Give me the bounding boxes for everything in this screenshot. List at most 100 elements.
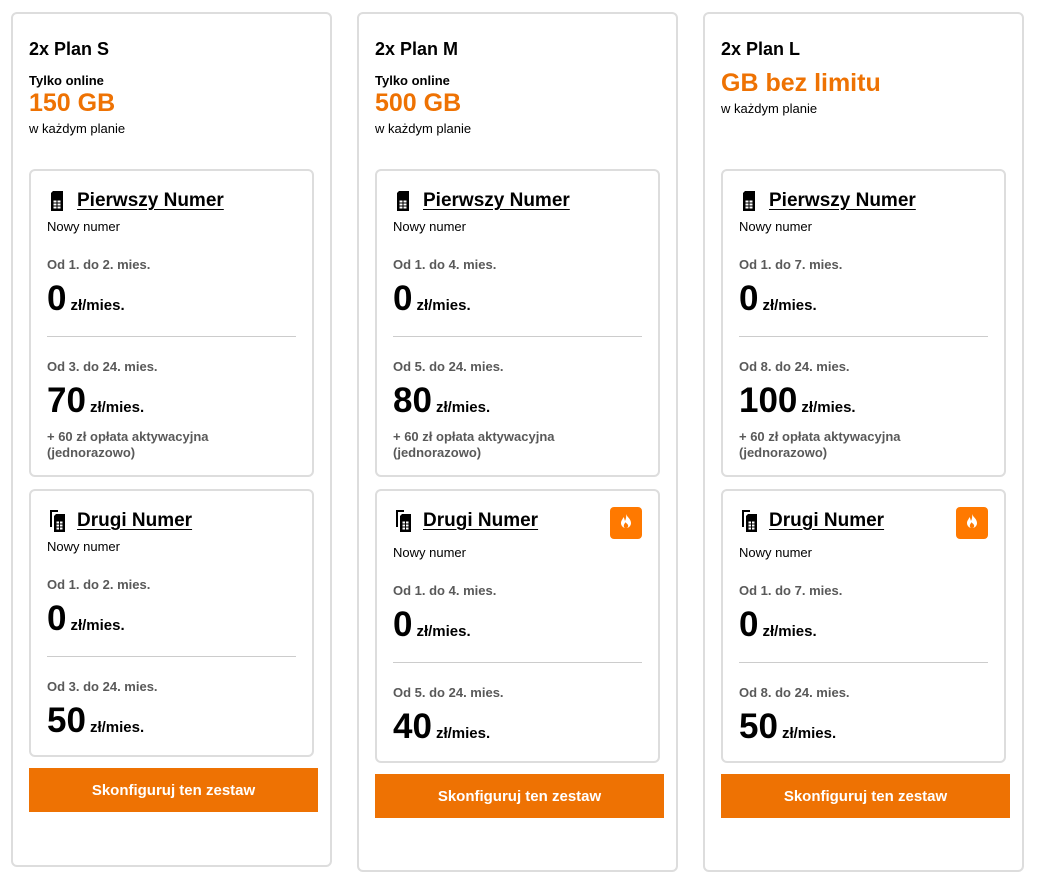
first-number-link[interactable]: Pierwszy Numer bbox=[769, 190, 916, 212]
divider bbox=[393, 336, 642, 337]
number-type: Nowy numer bbox=[393, 545, 466, 560]
second-number-link[interactable]: Drugi Numer bbox=[769, 510, 884, 532]
price-value: 0 bbox=[47, 279, 67, 318]
price-unit: zł/mies. bbox=[89, 399, 145, 416]
divider bbox=[393, 662, 642, 663]
regular-period: Od 8. do 24. mies. bbox=[739, 685, 850, 700]
promo-price: 0 zł/mies. bbox=[739, 605, 988, 645]
data-allowance: 500 GB bbox=[375, 89, 462, 117]
dual-sim-card-icon bbox=[739, 509, 759, 533]
sim-card-icon bbox=[739, 189, 759, 213]
price-unit: zł/mies. bbox=[762, 623, 817, 640]
data-allowance: 150 GB bbox=[29, 89, 116, 117]
first-number-box: Pierwszy Numer Nowy numer Od 1. do 7. mi… bbox=[721, 169, 1006, 477]
configure-set-button[interactable]: Skonfiguruj ten zestaw bbox=[29, 768, 318, 812]
price-value: 0 bbox=[393, 279, 413, 318]
regular-price: 80 zł/mies. bbox=[393, 381, 642, 421]
first-number-box: Pierwszy Numer Nowy numer Od 1. do 2. mi… bbox=[29, 169, 314, 477]
hot-offer-badge bbox=[610, 507, 642, 539]
promo-price: 0 zł/mies. bbox=[47, 279, 296, 319]
price-value: 0 bbox=[47, 599, 67, 638]
second-number-box: Drugi Numer Nowy numer Od 1. do 2. mies.… bbox=[29, 489, 314, 757]
sim-card-icon bbox=[393, 189, 413, 213]
second-number-box: Drugi Numer Nowy numer Od 1. do 7. mies.… bbox=[721, 489, 1006, 763]
promo-price: 0 zł/mies. bbox=[47, 599, 296, 639]
regular-price: 50 zł/mies. bbox=[739, 707, 988, 747]
regular-period: Od 3. do 24. mies. bbox=[47, 359, 158, 374]
activation-fee-note: + 60 zł opłata aktywacyjna (jednorazowo) bbox=[739, 429, 901, 460]
price-value: 80 bbox=[393, 381, 432, 420]
price-unit: zł/mies. bbox=[416, 297, 471, 314]
promo-price: 0 zł/mies. bbox=[393, 279, 642, 319]
price-unit: zł/mies. bbox=[70, 297, 125, 314]
regular-price: 40 zł/mies. bbox=[393, 707, 642, 747]
price-value: 0 bbox=[739, 605, 759, 644]
dual-sim-card-icon bbox=[47, 509, 67, 533]
divider bbox=[739, 336, 988, 337]
regular-period: Od 5. do 24. mies. bbox=[393, 685, 504, 700]
price-unit: zł/mies. bbox=[89, 719, 145, 736]
dual-sim-card-icon bbox=[393, 509, 413, 533]
promo-price: 0 zł/mies. bbox=[739, 279, 988, 319]
plan-header: 2x Plan M Tylko online 500 GB w każdym p… bbox=[375, 38, 660, 169]
divider bbox=[47, 656, 296, 657]
number-type: Nowy numer bbox=[739, 545, 812, 560]
data-allowance-note: w każdym planie bbox=[721, 101, 818, 116]
promo-period: Od 1. do 7. mies. bbox=[739, 583, 843, 598]
first-number-box: Pierwszy Numer Nowy numer Od 1. do 4. mi… bbox=[375, 169, 660, 477]
second-number-box: Drugi Numer Nowy numer Od 1. do 4. mies.… bbox=[375, 489, 660, 763]
plan-header: 2x Plan S Tylko online 150 GB w każdym p… bbox=[29, 38, 314, 169]
online-tag: Tylko online bbox=[375, 73, 450, 88]
price-value: 0 bbox=[393, 605, 413, 644]
data-allowance-note: w każdym planie bbox=[29, 121, 126, 136]
plan-card-l: 2x Plan L GB bez limitu w każdym planie … bbox=[703, 12, 1024, 872]
second-number-link[interactable]: Drugi Numer bbox=[77, 510, 192, 532]
price-value: 70 bbox=[47, 381, 86, 420]
activation-fee-note: + 60 zł opłata aktywacyjna (jednorazowo) bbox=[393, 429, 555, 460]
plan-card-s: 2x Plan S Tylko online 150 GB w każdym p… bbox=[11, 12, 332, 867]
price-unit: zł/mies. bbox=[801, 399, 856, 416]
price-unit: zł/mies. bbox=[762, 297, 817, 314]
configure-set-button[interactable]: Skonfiguruj ten zestaw bbox=[375, 774, 664, 818]
divider bbox=[739, 662, 988, 663]
online-tag: Tylko online bbox=[29, 73, 104, 88]
first-number-link[interactable]: Pierwszy Numer bbox=[77, 190, 224, 212]
activation-fee-note: + 60 zł opłata aktywacyjna (jednorazowo) bbox=[47, 429, 209, 460]
price-value: 50 bbox=[739, 707, 778, 746]
regular-period: Od 3. do 24. mies. bbox=[47, 679, 158, 694]
price-value: 40 bbox=[393, 707, 432, 746]
first-number-link[interactable]: Pierwszy Numer bbox=[423, 190, 570, 212]
price-unit: zł/mies. bbox=[416, 623, 471, 640]
number-type: Nowy numer bbox=[47, 539, 120, 554]
regular-period: Od 5. do 24. mies. bbox=[393, 359, 504, 374]
configure-set-button[interactable]: Skonfiguruj ten zestaw bbox=[721, 774, 1010, 818]
price-unit: zł/mies. bbox=[781, 725, 837, 742]
price-value: 0 bbox=[739, 279, 759, 318]
plan-list: 2x Plan S Tylko online 150 GB w każdym p… bbox=[0, 0, 1038, 880]
flame-icon bbox=[966, 513, 978, 533]
price-unit: zł/mies. bbox=[70, 617, 125, 634]
promo-price: 0 zł/mies. bbox=[393, 605, 642, 645]
number-type: Nowy numer bbox=[393, 219, 466, 234]
sim-card-icon bbox=[47, 189, 67, 213]
plan-title: 2x Plan L bbox=[721, 39, 801, 59]
regular-price: 50 zł/mies. bbox=[47, 701, 296, 741]
data-allowance-note: w każdym planie bbox=[375, 121, 472, 136]
plan-title: 2x Plan S bbox=[29, 39, 110, 59]
price-value: 50 bbox=[47, 701, 86, 740]
flame-icon bbox=[620, 513, 632, 533]
number-type: Nowy numer bbox=[739, 219, 812, 234]
regular-period: Od 8. do 24. mies. bbox=[739, 359, 850, 374]
hot-offer-badge bbox=[956, 507, 988, 539]
promo-period: Od 1. do 7. mies. bbox=[739, 257, 843, 272]
plan-title: 2x Plan M bbox=[375, 39, 459, 59]
price-unit: zł/mies. bbox=[435, 725, 491, 742]
promo-period: Od 1. do 4. mies. bbox=[393, 257, 497, 272]
data-allowance: GB bez limitu bbox=[721, 69, 881, 97]
number-type: Nowy numer bbox=[47, 219, 120, 234]
second-number-link[interactable]: Drugi Numer bbox=[423, 510, 538, 532]
plan-card-m: 2x Plan M Tylko online 500 GB w każdym p… bbox=[357, 12, 678, 872]
plan-header: 2x Plan L GB bez limitu w każdym planie bbox=[721, 38, 1006, 169]
promo-period: Od 1. do 2. mies. bbox=[47, 577, 151, 592]
regular-price: 70 zł/mies. bbox=[47, 381, 296, 421]
